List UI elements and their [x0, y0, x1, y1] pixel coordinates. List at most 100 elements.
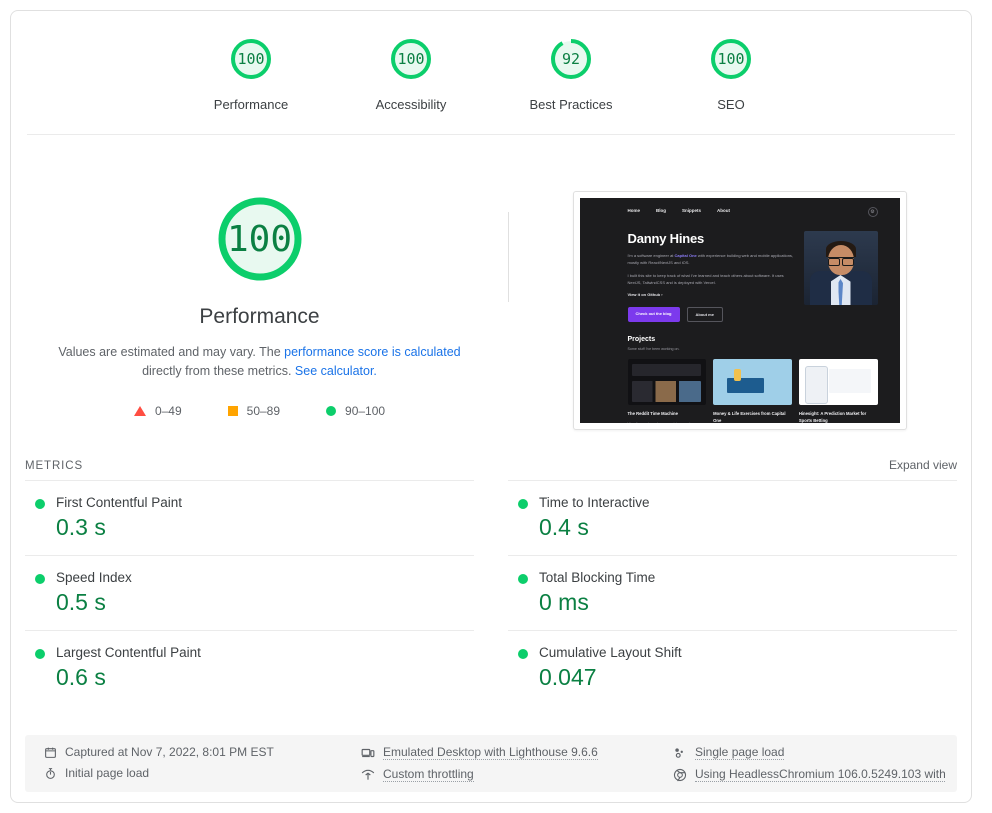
score-item-accessibility[interactable]: 100 Accessibility	[359, 35, 463, 112]
site-hero: Danny Hines I'm a software engineer at C…	[580, 213, 900, 323]
site-portrait-photo	[803, 231, 878, 305]
score-item-best-practices[interactable]: 92 Best Practices	[519, 35, 623, 112]
meta-captured-at: Captured at Nov 7, 2022, 8:01 PM EST	[43, 745, 361, 759]
legend-item-pass: 90–100	[326, 404, 385, 418]
lighthouse-report-card: 100 Performance 100 Accessibility 92 Bes…	[10, 10, 972, 803]
site-projects-section: Projects Some stuff I've been working on…	[580, 322, 900, 423]
metric-value: 0.5 s	[56, 589, 106, 615]
site-nav-item-about: About	[717, 208, 731, 213]
capital-one-link: Capital One	[674, 253, 697, 258]
timer-icon	[43, 766, 57, 780]
metric-item[interactable]: Speed Index 0.5 s	[25, 555, 474, 630]
projects-subheading: Some stuff I've been working on.	[627, 347, 680, 352]
portrait-glasses	[827, 257, 854, 266]
site-nav-item-home: Home	[627, 208, 641, 213]
meta-text: Captured at Nov 7, 2022, 8:01 PM EST	[65, 745, 274, 759]
gauge-value: 100	[237, 50, 265, 68]
metric-item[interactable]: Cumulative Layout Shift 0.047	[508, 630, 957, 705]
metric-item[interactable]: Largest Contentful Paint 0.6 s	[25, 630, 474, 705]
metric-value: 0.047	[539, 664, 597, 690]
section-divider	[508, 212, 509, 302]
triangle-icon	[133, 405, 146, 416]
metrics-title: METRICS	[25, 460, 84, 472]
project-description: View the most popular news, pictures and…	[628, 422, 707, 423]
site-nav-item-blog: Blog	[656, 208, 667, 213]
meta-column-emulation: Emulated Desktop with Lighthouse 9.6.6 C…	[361, 745, 673, 782]
meta-text[interactable]: Emulated Desktop with Lighthouse 9.6.6	[383, 745, 598, 760]
meta-user-agent[interactable]: Using HeadlessChromium 106.0.5249.103 wi…	[673, 767, 945, 782]
meta-page-load: Initial page load	[43, 766, 361, 780]
score-scale: 100 Performance 100 Accessibility 92 Bes…	[27, 11, 955, 135]
metrics-grid: First Contentful Paint 0.3 s Time to Int…	[11, 480, 971, 705]
score-label: Performance	[213, 97, 289, 112]
calendar-icon	[43, 745, 57, 759]
metrics-header: METRICS Expand view	[11, 458, 971, 472]
square-icon	[227, 405, 238, 416]
meta-emulation[interactable]: Emulated Desktop with Lighthouse 9.6.6	[361, 745, 673, 760]
meta-text[interactable]: Using HeadlessChromium 106.0.5249.103 wi…	[695, 767, 945, 782]
score-label: SEO	[717, 97, 745, 112]
project-thumbnail-image	[713, 359, 792, 406]
projects-heading: Projects	[627, 336, 656, 344]
project-title: The Reddit Time Machine	[627, 411, 678, 417]
gauge-performance-large: 100	[212, 191, 308, 287]
throttle-icon	[361, 768, 375, 782]
metric-value: 0.4 s	[539, 514, 589, 540]
metric-name: Time to Interactive	[539, 495, 650, 510]
page-title: Performance	[199, 305, 320, 328]
metric-value: 0.6 s	[56, 664, 106, 690]
check-out-blog-button: Check out the blog	[627, 307, 680, 323]
performance-description: Values are estimated and may vary. The p…	[50, 343, 470, 382]
metric-name: Total Blocking Time	[539, 570, 656, 585]
metric-name: Largest Contentful Paint	[56, 645, 201, 660]
metric-item[interactable]: Time to Interactive 0.4 s	[508, 480, 957, 555]
pass-circle-icon	[35, 649, 45, 659]
score-legend: 0–49 50–89 90–100	[11, 404, 508, 418]
site-hero-text: Danny Hines I'm a software engineer at C…	[627, 231, 794, 323]
site-paragraph-2: I built this site to keep track of what …	[627, 273, 784, 285]
pass-circle-icon	[35, 499, 45, 509]
score-label: Best Practices	[529, 97, 613, 112]
metric-name: Cumulative Layout Shift	[539, 645, 682, 660]
page-load-icon	[673, 746, 687, 760]
gauge-large-value: 100	[226, 218, 293, 260]
meta-text[interactable]: Custom throttling	[383, 767, 474, 782]
performance-score-calculated-link[interactable]: performance score is calculated	[284, 345, 460, 359]
gauge-value: 92	[561, 50, 581, 68]
site-heading: Danny Hines	[627, 231, 705, 246]
project-card: The Reddit Time Machine View the most po…	[627, 359, 707, 423]
see-calculator-link[interactable]: See calculator.	[295, 364, 377, 378]
meta-column-agent: Single page load Using HeadlessChromium …	[673, 745, 945, 782]
site-hero-buttons: Check out the blog About me	[627, 307, 794, 323]
expand-view-button[interactable]: Expand view	[889, 458, 957, 472]
performance-section: 100 Performance Values are estimated and…	[11, 135, 971, 440]
project-thumbnail-image	[798, 359, 878, 406]
metric-item[interactable]: First Contentful Paint 0.3 s	[25, 480, 474, 555]
meta-single-page-load[interactable]: Single page load	[673, 745, 945, 760]
project-title: Hinesight: A Prediction Market for Sport…	[798, 411, 867, 423]
metric-item[interactable]: Total Blocking Time 0 ms	[508, 555, 957, 630]
final-screenshot-frame[interactable]: Home Blog Snippets About ⚙ Danny Hines I…	[572, 191, 907, 430]
legend-range: 90–100	[345, 403, 386, 418]
score-item-performance[interactable]: 100 Performance	[199, 35, 303, 112]
legend-item-average: 50–89	[227, 403, 281, 418]
pass-circle-icon	[35, 574, 45, 584]
meta-text[interactable]: Single page load	[695, 745, 785, 760]
gauge-performance: 100	[227, 35, 275, 83]
score-item-seo[interactable]: 100 SEO	[679, 35, 783, 112]
environment-meta-bar: Captured at Nov 7, 2022, 8:01 PM EST Ini…	[25, 735, 957, 792]
desktop-icon	[361, 746, 375, 760]
description-text-2: directly from these metrics.	[142, 364, 295, 379]
performance-summary: 100 Performance Values are estimated and…	[11, 191, 508, 418]
legend-range: 50–89	[246, 403, 281, 418]
gauge-seo: 100	[707, 35, 755, 83]
site-github-link: View it on Github ›	[627, 292, 663, 298]
pass-circle-icon	[518, 649, 528, 659]
gauge-accessibility: 100	[387, 35, 435, 83]
final-screenshot-image: Home Blog Snippets About ⚙ Danny Hines I…	[579, 198, 900, 423]
meta-throttling[interactable]: Custom throttling	[361, 767, 673, 782]
gauge-best-practices: 92	[547, 35, 595, 83]
site-paragraph-1: I'm a software engineer at Capital One w…	[628, 253, 794, 266]
final-screenshot-container: Home Blog Snippets About ⚙ Danny Hines I…	[508, 191, 971, 430]
site-nav: Home Blog Snippets About	[580, 198, 900, 213]
